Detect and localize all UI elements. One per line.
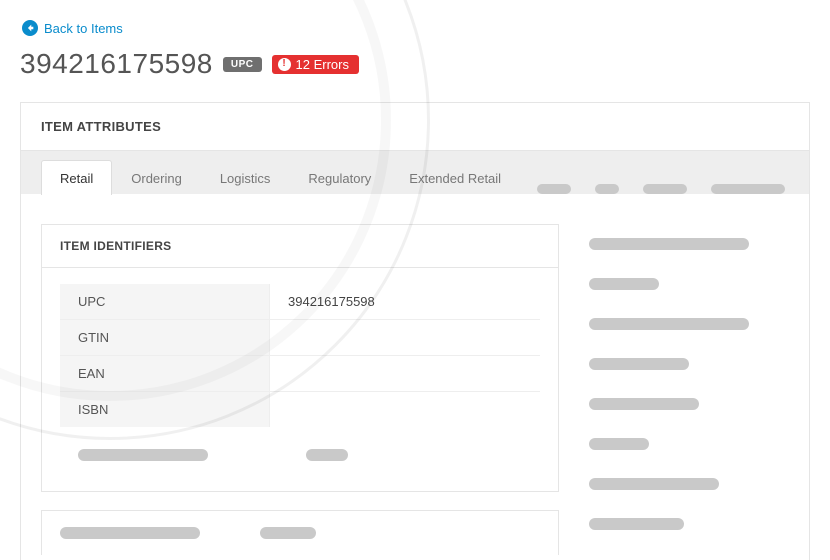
skeleton-placeholder	[78, 449, 208, 461]
item-header: 394216175598 UPC ! 12 Errors	[20, 48, 810, 80]
skeleton-placeholder	[589, 278, 659, 290]
identifier-row: ISBN	[60, 391, 540, 427]
item-id: 394216175598	[20, 48, 213, 80]
panel-title: ITEM ATTRIBUTES	[21, 103, 809, 150]
skeleton-placeholder	[643, 184, 687, 194]
skeleton-placeholder	[589, 438, 649, 450]
skeleton-placeholder	[589, 318, 749, 330]
identifier-key: ISBN	[60, 392, 270, 427]
tabstrip: Retail Ordering Logistics Regulatory Ext…	[21, 150, 809, 194]
error-badge[interactable]: ! 12 Errors	[272, 55, 359, 74]
skeleton-placeholder	[60, 527, 200, 539]
identifier-row: UPC 394216175598	[60, 284, 540, 319]
identifier-row: GTIN	[60, 319, 540, 355]
item-type-chip: UPC	[223, 57, 262, 72]
skeleton-placeholder	[306, 449, 348, 461]
identifier-key: UPC	[60, 284, 270, 319]
tab-label: Regulatory	[308, 171, 371, 186]
identifiers-table: UPC 394216175598 GTIN EAN ISBN	[42, 268, 558, 491]
tab-retail[interactable]: Retail	[41, 160, 112, 195]
identifier-value: 394216175598	[270, 284, 540, 319]
identifier-value	[270, 356, 540, 391]
identifier-value	[270, 320, 540, 355]
item-identifiers-panel: ITEM IDENTIFIERS UPC 394216175598 GTIN E…	[41, 224, 559, 492]
secondary-panel	[41, 510, 559, 555]
tab-regulatory[interactable]: Regulatory	[289, 160, 390, 195]
skeleton-placeholder	[595, 184, 619, 194]
tab-label: Ordering	[131, 171, 182, 186]
tab-label: Extended Retail	[409, 171, 501, 186]
skeleton-placeholder	[260, 527, 316, 539]
tab-ordering[interactable]: Ordering	[112, 160, 201, 195]
skeleton-placeholder	[589, 238, 749, 250]
error-badge-label: 12 Errors	[296, 57, 349, 72]
tab-logistics[interactable]: Logistics	[201, 160, 290, 195]
identifiers-title: ITEM IDENTIFIERS	[42, 225, 558, 268]
tab-extended-retail[interactable]: Extended Retail	[390, 160, 520, 195]
identifier-row: EAN	[60, 355, 540, 391]
tab-label: Retail	[60, 171, 93, 186]
skeleton-placeholder	[537, 184, 571, 194]
back-arrow-icon	[22, 20, 38, 36]
item-attributes-panel: ITEM ATTRIBUTES Retail Ordering Logistic…	[20, 102, 810, 560]
back-to-items-link[interactable]: Back to Items	[22, 20, 123, 36]
sidebar-skeleton	[589, 224, 789, 560]
skeleton-placeholder	[589, 398, 699, 410]
identifier-value	[270, 392, 540, 427]
identifier-key: EAN	[60, 356, 270, 391]
back-to-items-label: Back to Items	[44, 21, 123, 36]
error-icon: !	[278, 58, 291, 71]
identifier-key: GTIN	[60, 320, 270, 355]
skeleton-placeholder	[589, 518, 684, 530]
skeleton-placeholder	[711, 184, 785, 194]
skeleton-placeholder	[589, 358, 689, 370]
tab-label: Logistics	[220, 171, 271, 186]
skeleton-placeholder	[589, 478, 719, 490]
